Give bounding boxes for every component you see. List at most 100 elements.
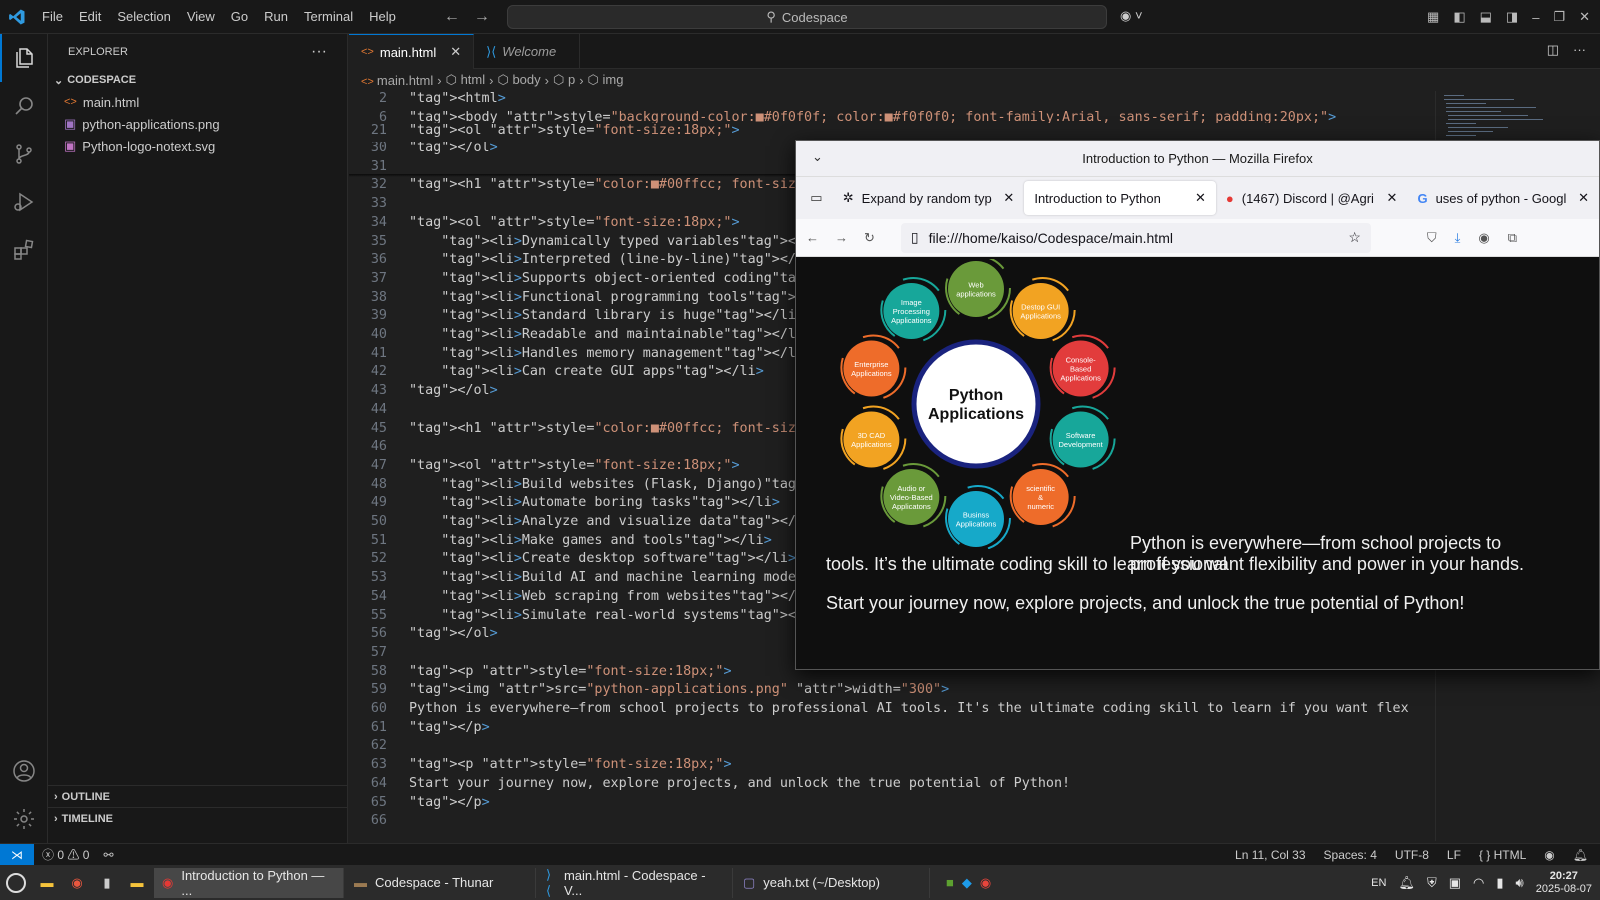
code-line[interactable]: 2 "tag"><html> <box>349 91 1439 110</box>
close-tab-icon[interactable]: ✕ <box>1578 190 1589 206</box>
tab-main-html[interactable]: <> main.html ✕ <box>349 34 475 69</box>
taskbar-task-editor[interactable]: ▢ yeah.txt (~/Desktop) <box>735 867 930 898</box>
file-manager-icon[interactable]: ▬ <box>122 868 152 898</box>
clock[interactable]: 20:27 2025-08-07 <box>1536 870 1592 896</box>
code-line[interactable]: 65 "tag"></p> <box>349 795 1439 814</box>
url-bar[interactable]: ▯ file:///home/kaiso/Codespace/main.html… <box>900 222 1371 253</box>
menu-go[interactable]: Go <box>223 0 256 34</box>
file-python-logo-svg[interactable]: ▣ Python-logo-notext.svg <box>48 135 347 157</box>
more-actions-icon[interactable]: ··· <box>1573 42 1586 58</box>
windows-icon[interactable]: ◆ <box>962 875 972 891</box>
language-mode[interactable]: { } HTML <box>1479 848 1526 862</box>
menu-terminal[interactable]: Terminal <box>296 0 361 34</box>
back-arrow-icon[interactable]: ← <box>444 8 460 26</box>
file-main-html[interactable]: <> main.html <box>48 91 347 113</box>
taskbar-task-vscode[interactable]: ⟩⟨ main.html - Codespace - V... <box>538 867 733 898</box>
menu-edit[interactable]: Edit <box>71 0 109 34</box>
manage-gear-icon[interactable] <box>0 795 48 843</box>
notifications-bell-icon[interactable]: 🔔︎ <box>1398 875 1415 891</box>
firefox-tab-intro-python[interactable]: Introduction to Python ✕ <box>1024 181 1216 215</box>
timeline-section[interactable]: › TIMELINE <box>48 807 348 829</box>
taskbar-task-thunar[interactable]: ▬ Codespace - Thunar <box>346 867 536 898</box>
indentation[interactable]: Spaces: 4 <box>1324 848 1377 862</box>
close-tab-icon[interactable]: ✕ <box>1003 190 1014 206</box>
code-line[interactable]: 66 <box>349 813 1439 832</box>
reload-icon[interactable]: ↻ <box>864 230 875 246</box>
forward-arrow-icon[interactable]: → <box>474 8 490 26</box>
breadcrumb-html[interactable]: ⬡ html <box>446 72 486 88</box>
toggle-secondary-sidebar-icon[interactable]: ◨ <box>1506 9 1518 25</box>
extensions-icon[interactable]: ⧉ <box>1508 230 1517 246</box>
keyboard-layout[interactable]: EN <box>1371 877 1386 889</box>
close-tab-icon[interactable]: ✕ <box>450 44 461 60</box>
terminal-icon[interactable]: ▮ <box>92 868 122 898</box>
pocket-icon[interactable]: ⛉ <box>1427 230 1437 246</box>
firefox-tab-discord[interactable]: ● (1467) Discord | @Agri ✕ <box>1216 181 1408 215</box>
firefox-tab-google[interactable]: G uses of python - Googl ✕ <box>1407 181 1599 215</box>
tab-list-icon[interactable]: ▭ <box>800 190 833 206</box>
firefox-tab-expand[interactable]: ✲ Expand by random typ ✕ <box>833 181 1025 215</box>
code-line[interactable]: 61 "tag"></p> <box>349 720 1439 739</box>
source-control-icon[interactable] <box>0 130 48 178</box>
maximize-icon[interactable]: ❐ <box>1553 9 1565 25</box>
problems-indicator[interactable]: ⓧ 0 ⚠ 0 <box>42 846 89 863</box>
close-tab-icon[interactable]: ✕ <box>1387 190 1398 206</box>
folder-codespace[interactable]: ⌄ CODESPACE <box>48 69 347 91</box>
wifi-icon[interactable]: ◠ <box>1473 875 1484 891</box>
breadcrumb-img[interactable]: ⬡ img <box>588 72 624 88</box>
run-debug-icon[interactable] <box>0 178 48 226</box>
copilot-status-icon[interactable]: ◉ <box>1544 848 1554 862</box>
clipboard-icon[interactable]: ▣ <box>1449 875 1461 891</box>
menu-view[interactable]: View <box>179 0 223 34</box>
toggle-panel-icon[interactable]: ⬓ <box>1480 9 1492 25</box>
end-of-line[interactable]: LF <box>1447 848 1461 862</box>
breadcrumb-file[interactable]: <> main.html <box>361 73 433 88</box>
encoding[interactable]: UTF-8 <box>1395 848 1429 862</box>
cursor-position[interactable]: Ln 11, Col 33 <box>1235 848 1306 862</box>
forward-arrow-icon[interactable]: → <box>835 230 848 245</box>
code-line[interactable]: 62 <box>349 738 1439 757</box>
taskbar-task-firefox[interactable]: ◉ Introduction to Python — ... <box>154 867 344 898</box>
minecraft-icon[interactable]: ■ <box>946 875 954 891</box>
menu-help[interactable]: Help <box>361 0 404 34</box>
toggle-sidebar-icon[interactable]: ◧ <box>1453 9 1465 25</box>
extensions-icon[interactable] <box>0 226 48 274</box>
back-arrow-icon[interactable]: ← <box>806 230 819 245</box>
app-launcher-icon[interactable]: ◉ <box>62 868 92 898</box>
code-line[interactable]: 63 "tag"><p "attr">style="font-size:18px;… <box>349 757 1439 776</box>
folder-icon[interactable]: ▬ <box>32 868 62 898</box>
account-icon[interactable]: ◉ <box>1478 230 1489 246</box>
code-line[interactable]: 64 Start your journey now, explore projec… <box>349 776 1439 795</box>
chrome-icon[interactable]: ◉ <box>980 875 991 891</box>
start-menu-icon[interactable] <box>6 872 26 893</box>
command-center[interactable]: ⚲ Codespace <box>507 5 1107 29</box>
ports-icon[interactable]: ⚯ <box>103 848 113 862</box>
battery-icon[interactable]: ▮ <box>1496 875 1503 891</box>
copilot-icon[interactable]: ◉ ˅ <box>1120 8 1143 24</box>
search-view-icon[interactable] <box>0 82 48 130</box>
code-line[interactable]: 60 Python is everywhere—from school proje… <box>349 701 1439 720</box>
bookmark-star-icon[interactable]: ☆ <box>1348 229 1361 246</box>
close-tab-icon[interactable]: ✕ <box>1195 190 1206 206</box>
chevron-down-icon[interactable]: ⌄ <box>812 149 823 165</box>
accounts-icon[interactable] <box>0 747 48 795</box>
outline-section[interactable]: › OUTLINE <box>48 785 348 807</box>
close-window-icon[interactable]: ✕ <box>1579 9 1590 25</box>
customize-layout-icon[interactable]: ▦ <box>1427 9 1439 25</box>
breadcrumb-p[interactable]: ⬡ p <box>553 72 575 88</box>
file-python-applications-png[interactable]: ▣ python-applications.png <box>48 113 347 135</box>
volume-icon[interactable]: 🔊︎ <box>1516 875 1524 891</box>
notifications-bell-icon[interactable]: 🔔︎ <box>1573 848 1588 862</box>
remote-indicator-icon[interactable]: ⋊ <box>0 843 34 866</box>
code-line[interactable]: 59 "tag"><img "attr">src="python-applicat… <box>349 682 1439 701</box>
menu-run[interactable]: Run <box>256 0 296 34</box>
menu-file[interactable]: File <box>34 0 71 34</box>
more-actions-icon[interactable]: ··· <box>311 43 327 61</box>
split-editor-icon[interactable]: ◫ <box>1547 42 1559 58</box>
explorer-icon[interactable] <box>0 34 48 82</box>
tab-welcome[interactable]: ⟩⟨ Welcome <box>474 34 581 69</box>
minimize-icon[interactable]: – <box>1532 10 1539 25</box>
downloads-icon[interactable]: ⤓ <box>1455 230 1461 246</box>
menu-selection[interactable]: Selection <box>109 0 178 34</box>
shield-icon[interactable]: ⛨ <box>1427 875 1437 891</box>
